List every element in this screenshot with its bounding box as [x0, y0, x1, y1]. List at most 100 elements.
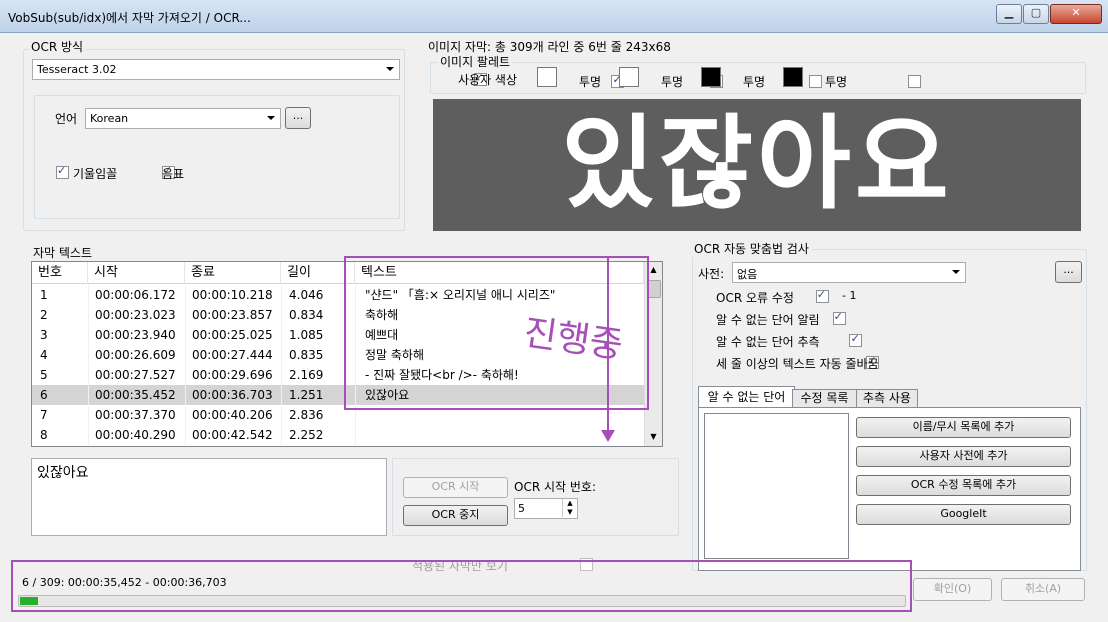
grid-line: [281, 285, 282, 305]
dictionary-browse-button[interactable]: ...: [1055, 261, 1082, 283]
ocr-method-label: OCR 방식: [29, 38, 86, 55]
table-cell-start: 00:00:06.172: [95, 288, 176, 302]
grid-line: [281, 325, 282, 345]
table-cell-num: 2: [40, 308, 48, 322]
grid-line: [88, 425, 89, 445]
ocr-stop-button[interactable]: OCR 중지: [403, 505, 508, 526]
table-cell-end: 00:00:29.696: [192, 368, 273, 382]
music-label: 음표: [162, 167, 185, 181]
guess-unknown-checkbox[interactable]: [849, 332, 863, 347]
subtitle-image-preview: 있잖아요: [433, 99, 1081, 231]
grid-line: [88, 385, 89, 405]
guess-unknown-label: 알 수 없는 단어 추측: [716, 335, 820, 349]
scroll-down-icon[interactable]: ▼: [646, 429, 661, 445]
minimize-button[interactable]: ▁: [996, 4, 1022, 24]
table-cell-end: 00:00:27.444: [192, 348, 273, 362]
dialog-body: OCR 방식 Tesseract 3.02 언어 Korean ... 기울임꼴…: [6, 33, 1102, 617]
spin-down-icon[interactable]: ▼: [562, 508, 577, 517]
transparent-checkbox-3[interactable]: [809, 75, 823, 88]
transparent-label-1: 투명: [579, 75, 602, 89]
chevron-down-icon: [952, 270, 960, 274]
dictionary-select[interactable]: 없음: [732, 262, 966, 283]
ocr-start-number-input[interactable]: 5 ▲ ▼: [514, 498, 578, 519]
table-cell-num: 8: [40, 428, 48, 442]
ocr-method-select[interactable]: Tesseract 3.02: [32, 59, 400, 80]
table-cell-end: 00:00:40.206: [192, 408, 273, 422]
grid-line: [185, 425, 186, 445]
column-header[interactable]: 종료: [185, 262, 281, 284]
ok-button[interactable]: 확인(O): [913, 578, 992, 601]
preview-text: 있잖아요: [561, 105, 953, 224]
grid-line: [88, 345, 89, 365]
table-cell-dur: 0.834: [289, 308, 324, 322]
table-cell-start: 00:00:27.527: [95, 368, 176, 382]
maximize-button[interactable]: ▢: [1023, 4, 1049, 24]
subtitle-text-label: 자막 텍스트: [33, 246, 93, 260]
fix-ocr-checkbox[interactable]: [815, 288, 829, 303]
language-select[interactable]: Korean: [85, 108, 281, 129]
column-header[interactable]: 번호: [32, 262, 88, 284]
spin-up-icon[interactable]: ▲: [562, 499, 577, 508]
transparent-label-3: 투명: [743, 75, 766, 89]
close-button[interactable]: ✕: [1050, 4, 1102, 24]
add-user-dict-button[interactable]: 사용자 사전에 추가: [856, 446, 1071, 467]
language-label: 언어: [55, 112, 78, 126]
dictionary-label: 사전:: [698, 267, 725, 281]
palette-swatch-3[interactable]: [701, 67, 721, 87]
grid-line: [88, 305, 89, 325]
grid-line: [185, 365, 186, 385]
palette-label: 이미지 팔레트: [438, 53, 513, 70]
palette-swatch-1[interactable]: [537, 67, 557, 87]
ocr-start-button[interactable]: OCR 시작: [403, 477, 508, 498]
add-names-button[interactable]: 이름/무시 목록에 추가: [856, 417, 1071, 438]
prompt-unknown-label: 알 수 없는 단어 알림: [716, 313, 820, 327]
title-bar: VobSub(sub/idx)에서 자막 가져오기 / OCR... ▁ ▢ ✕: [0, 0, 1108, 33]
add-ocr-fix-button[interactable]: OCR 수정 목록에 추가: [856, 475, 1071, 496]
table-cell-end: 00:00:10.218: [192, 288, 273, 302]
table-cell-start: 00:00:23.940: [95, 328, 176, 342]
fix-ocr-label: OCR 오류 수정: [716, 291, 794, 305]
arrow-down-icon: [601, 430, 615, 442]
table-cell-dur: 2.836: [289, 408, 324, 422]
progress-bar: [18, 595, 906, 607]
table-cell-end: 00:00:42.542: [192, 428, 273, 442]
table-cell-start: 00:00:35.452: [95, 388, 176, 402]
grid-line: [185, 345, 186, 365]
palette-swatch-4[interactable]: [783, 67, 803, 87]
dictionary-value: 없음: [737, 268, 758, 281]
table-cell-num: 1: [40, 288, 48, 302]
table-cell-end: 00:00:23.857: [192, 308, 273, 322]
italic-label: 기울임꼴: [73, 167, 118, 181]
table-cell-dur: 2.252: [289, 428, 324, 442]
subtitle-text-editor[interactable]: 있잖아요: [31, 458, 387, 536]
table-cell-start: 00:00:26.609: [95, 348, 176, 362]
ocr-start-number-value: 5: [518, 502, 525, 515]
transparent-checkbox-4[interactable]: [907, 75, 921, 88]
tab-guess-used[interactable]: 추측 사용: [856, 389, 918, 408]
table-cell-num: 7: [40, 408, 48, 422]
transparent-label-4: 투명: [825, 75, 848, 89]
language-value: Korean: [90, 112, 129, 125]
table-cell-end: 00:00:36.703: [192, 388, 273, 402]
progress-fill: [20, 597, 38, 605]
grid-line: [281, 305, 282, 325]
unknown-words-list[interactable]: [704, 413, 849, 559]
table-row[interactable]: 8 00:00:40.290 00:00:42.542 2.252: [32, 425, 644, 445]
table-cell-start: 00:00:37.370: [95, 408, 176, 422]
palette-swatch-2[interactable]: [619, 67, 639, 87]
italic-checkbox[interactable]: [56, 164, 69, 179]
table-cell-end: 00:00:25.025: [192, 328, 273, 342]
prompt-unknown-checkbox[interactable]: [832, 310, 846, 325]
grid-line: [88, 285, 89, 305]
column-header[interactable]: 시작: [88, 262, 185, 284]
language-browse-button[interactable]: ...: [285, 107, 311, 129]
googleit-button[interactable]: GoogleIt: [856, 504, 1071, 525]
grid-line: [88, 405, 89, 425]
tab-unknown-words[interactable]: 알 수 없는 단어: [698, 386, 795, 408]
grid-line: [281, 365, 282, 385]
grid-line: [355, 425, 356, 445]
tab-fix-list[interactable]: 수정 목록: [792, 389, 857, 408]
scroll-thumb[interactable]: [647, 280, 661, 298]
cancel-button[interactable]: 취소(A): [1001, 578, 1085, 601]
grid-line: [185, 305, 186, 325]
